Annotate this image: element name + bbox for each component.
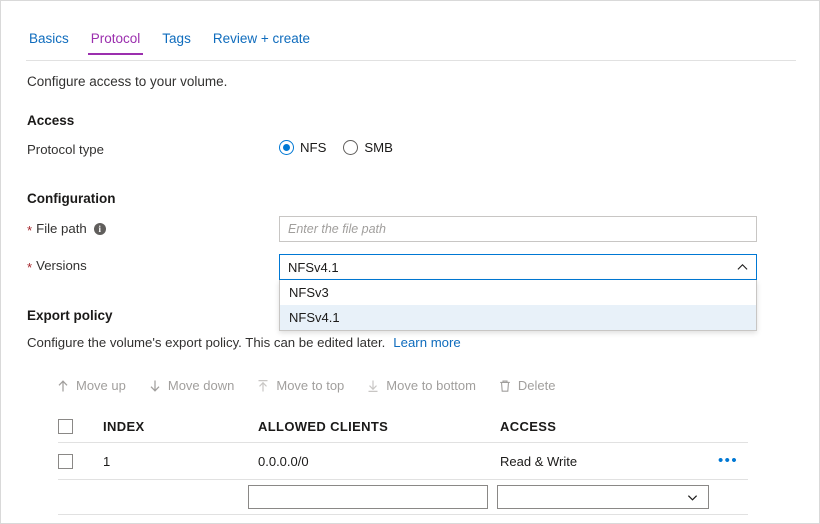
table-row[interactable]: 1 0.0.0.0/0 Read & Write ••• [58, 443, 748, 479]
ellipsis-icon[interactable]: ••• [718, 453, 738, 468]
arrow-down-icon [150, 380, 160, 392]
chevron-up-icon [737, 262, 748, 273]
export-policy-table: INDEX ALLOWED CLIENTS ACCESS 1 0.0.0.0/0… [58, 411, 748, 515]
radio-smb[interactable]: SMB [343, 140, 393, 155]
file-path-input[interactable]: Enter the file path [279, 216, 757, 242]
versions-combobox[interactable]: NFSv4.1 [279, 254, 757, 280]
table-bottom-divider [58, 514, 748, 515]
section-heading-export-policy: Export policy [27, 308, 113, 323]
chevron-down-icon [687, 494, 698, 501]
delete-button[interactable]: Delete [498, 378, 556, 393]
versions-required-mark: * [27, 259, 33, 275]
move-to-bottom-button[interactable]: Move to bottom [366, 378, 476, 393]
column-header-access: ACCESS [500, 419, 557, 434]
versions-label-text: Versions [36, 258, 87, 273]
file-path-required-mark: * [27, 222, 33, 238]
select-all-checkbox[interactable] [58, 419, 73, 434]
versions-selected-value: NFSv4.1 [288, 259, 339, 275]
row-allowed-clients: 0.0.0.0/0 [258, 453, 309, 469]
move-up-label: Move up [76, 378, 126, 393]
section-heading-access: Access [27, 113, 75, 128]
trash-icon [500, 380, 510, 392]
move-down-button[interactable]: Move down [148, 378, 234, 393]
table-new-row [58, 480, 748, 514]
move-up-button[interactable]: Move up [56, 378, 126, 393]
move-to-top-button[interactable]: Move to top [256, 378, 344, 393]
protocol-type-radio-group: NFS SMB [279, 140, 393, 155]
delete-label: Delete [517, 378, 556, 393]
move-to-bottom-label: Move to bottom [386, 378, 476, 393]
arrow-up-icon [58, 379, 68, 391]
learn-more-link[interactable]: Learn more [393, 335, 460, 350]
new-access-select[interactable] [497, 485, 709, 509]
row-select-cell [58, 453, 103, 469]
tab-basics[interactable]: Basics [26, 31, 80, 55]
page-intro-text: Configure access to your volume. [27, 74, 228, 89]
tab-protocol[interactable]: Protocol [80, 31, 152, 55]
versions-label: * Versions [27, 258, 87, 275]
export-policy-toolbar: Move up Move down Move to top Move to bo… [56, 378, 555, 393]
radio-smb-label: SMB [364, 140, 393, 155]
move-down-label: Move down [167, 378, 235, 393]
new-allowed-clients-input[interactable] [248, 485, 488, 509]
move-to-top-label: Move to top [276, 378, 345, 393]
column-header-allowed-clients: ALLOWED CLIENTS [258, 419, 389, 434]
tab-tags[interactable]: Tags [151, 31, 202, 55]
radio-smb-dot [343, 140, 359, 155]
export-policy-description: Configure the volume's export policy. Th… [27, 335, 461, 350]
info-icon[interactable]: i [93, 222, 106, 235]
radio-nfs-label: NFS [300, 140, 327, 155]
versions-option-nfsv3[interactable]: NFSv3 [280, 280, 756, 305]
radio-nfs[interactable]: NFS [279, 140, 326, 155]
protocol-type-label-text: Protocol type [27, 142, 104, 157]
export-policy-description-text: Configure the volume's export policy. Th… [27, 335, 386, 350]
arrow-to-top-icon [258, 379, 268, 391]
protocol-page: Basics Protocol Tags Review + create Con… [0, 0, 820, 524]
row-checkbox[interactable] [58, 453, 73, 469]
tab-review-create[interactable]: Review + create [202, 31, 321, 55]
tab-divider [26, 60, 796, 61]
radio-nfs-dot [279, 140, 294, 155]
table-header-row: INDEX ALLOWED CLIENTS ACCESS [58, 411, 748, 442]
row-index: 1 [103, 453, 111, 469]
versions-option-nfsv41[interactable]: NFSv4.1 [280, 305, 756, 330]
file-path-label: * File path i [27, 221, 106, 238]
wizard-tabs: Basics Protocol Tags Review + create [26, 31, 321, 55]
file-path-placeholder: Enter the file path [288, 222, 386, 236]
file-path-label-text: File path [36, 221, 87, 236]
row-access: Read & Write [500, 453, 578, 469]
column-header-index: INDEX [103, 419, 145, 434]
versions-dropdown-list: NFSv3 NFSv4.1 [279, 280, 757, 331]
select-all-cell [58, 419, 103, 434]
arrow-to-bottom-icon [368, 380, 378, 392]
protocol-type-label: Protocol type [27, 142, 104, 157]
section-heading-configuration: Configuration [27, 191, 116, 206]
